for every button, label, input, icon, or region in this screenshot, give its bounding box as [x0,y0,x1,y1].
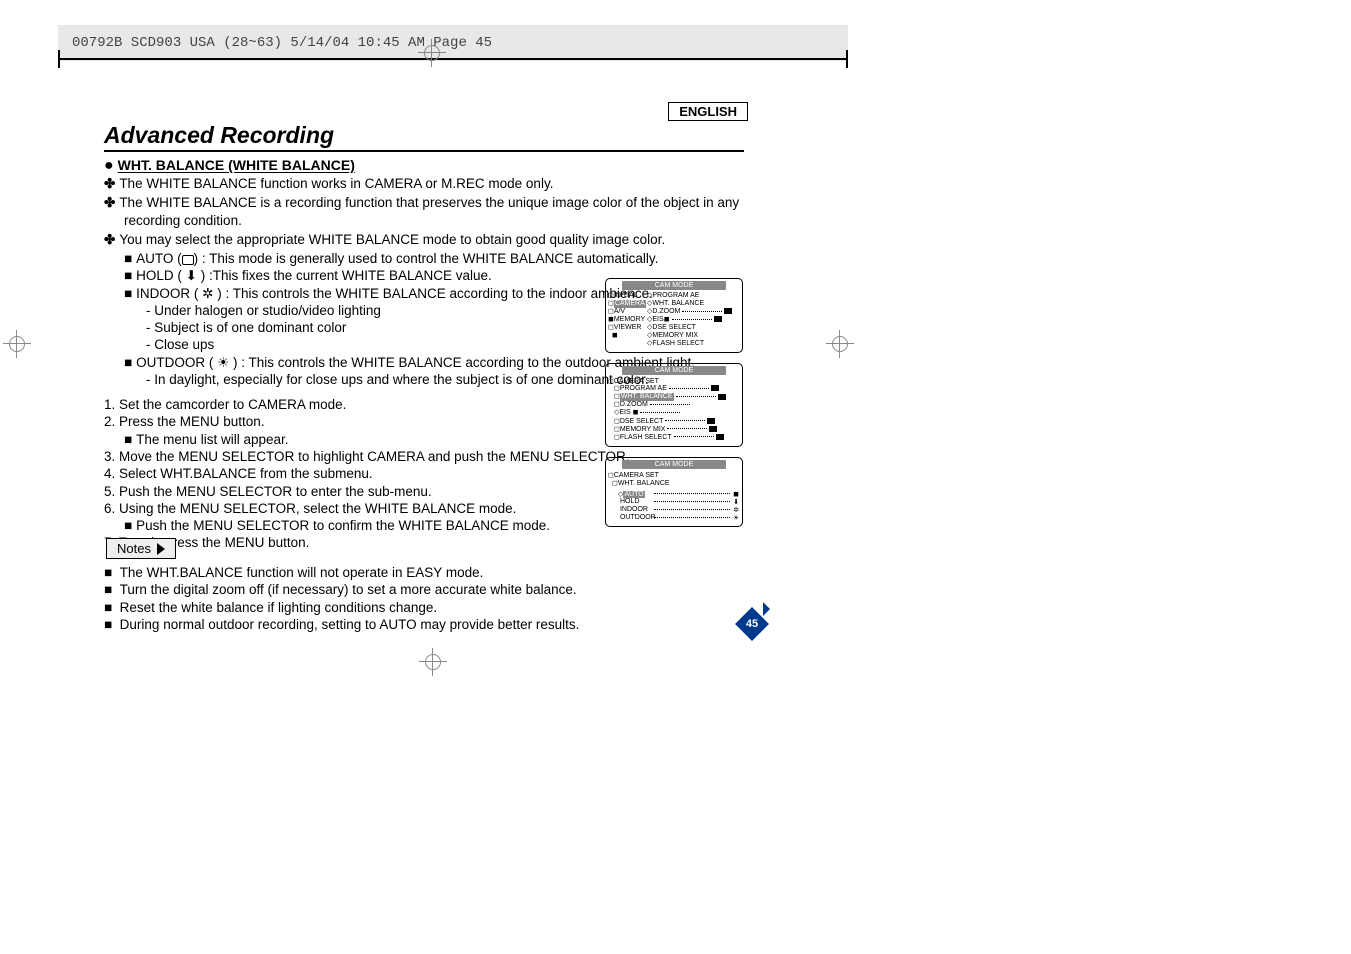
registration-mark-icon [418,39,446,67]
mode-hold: HOLD ( ⬇ ) :This fixes the current WHITE… [136,268,492,283]
s1-l1: CAMERA [614,300,646,308]
screen-1: CAM MODE ◻INITIAL ◻CAMERA ◻A/V ◼MEMORY ◻… [605,278,743,353]
s1-l4: VIEWER [614,324,642,331]
s1-l2: A/V [614,308,625,315]
page-number: 45 [746,618,758,630]
s2-5: MEMORY MIX [620,426,666,433]
registration-mark-icon [826,330,854,358]
notes-label: Notes [117,541,151,556]
registration-mark-icon [419,648,447,676]
note-1: The WHT.BALANCE function will not operat… [120,565,484,580]
s1-l3: MEMORY [614,316,645,323]
print-header-strip: 00792B SCD903 USA (28~63) 5/14/04 10:45 … [58,25,848,61]
step-2a: The menu list will appear. [136,432,288,447]
s1-r6: FLASH SELECT [652,340,704,347]
notes-arrow-icon [157,543,165,555]
screen-1-caption: CAM MODE [622,281,726,290]
s1-l0: INITIAL [614,292,638,299]
notes-list: ■ The WHT.BALANCE function will not oper… [104,564,579,633]
language-text: ENGLISH [679,104,737,119]
title-underline [104,150,744,152]
language-badge: ENGLISH [668,102,748,121]
mode-auto-pre: AUTO ( [136,251,182,266]
s1-r3: EIS [652,316,663,323]
step-6a: Push the MENU SELECTOR to confirm the WH… [136,518,550,533]
s3-o3: OUTDOOR [620,514,656,521]
s2-1: WHT. BALANCE [620,393,674,401]
mode-indoor: INDOOR ( ✲ ) : This controls the WHITE B… [136,286,653,301]
bullet-2: The WHITE BALANCE is a recording functio… [119,195,739,227]
mode-auto-post: ) : This mode is generally used to contr… [194,251,659,266]
note-2: Turn the digital zoom off (if necessary)… [120,582,577,597]
s1-r5: MEMORY MIX [652,332,698,339]
s3-h1: CAMERA SET [614,472,659,479]
bullet-3: You may select the appropriate WHITE BAL… [119,232,665,247]
section-heading: ●WHT. BALANCE (WHITE BALANCE) [104,157,355,175]
crop-mark-top [58,58,848,60]
notes-heading-box: Notes [106,538,176,559]
s1-r2: D.ZOOM [652,308,680,315]
screen-3-caption: CAM MODE [622,460,726,469]
s1-r0: PROGRAM AE [652,292,699,299]
screen-2: CAM MODE ◻CAMERA SET ◻PROGRAM AE ◻WHT. B… [605,363,743,446]
s2-head: CAMERA SET [614,378,659,385]
screen-3: CAM MODE ◻CAMERA SET ◻WHT. BALANCE ◇AUTO… [605,457,743,527]
note-3: Reset the white balance if lighting cond… [120,600,437,615]
screen-2-caption: CAM MODE [622,366,726,375]
s2-4: DSE SELECT [620,418,664,425]
s3-o2: INDOOR [620,506,648,513]
s2-0: PROGRAM AE [620,385,667,392]
section-text: WHT. BALANCE (WHITE BALANCE) [118,157,355,173]
s3-o0: AUTO [623,491,644,498]
page-number-badge: 45 [740,614,764,633]
auto-icon [182,255,194,265]
step-7: 7. To exit, press the MENU button. [104,534,744,551]
bullet-1: The WHITE BALANCE function works in CAME… [119,176,553,191]
page-title: Advanced Recording [104,122,334,149]
s2-6: FLASH SELECT [620,434,672,441]
s3-h2: WHT. BALANCE [618,480,670,487]
menu-screenshots: CAM MODE ◻INITIAL ◻CAMERA ◻A/V ◼MEMORY ◻… [605,278,743,537]
note-4: During normal outdoor recording, setting… [120,617,580,632]
registration-mark-icon [3,330,31,358]
s1-r4: DSE SELECT [652,324,696,331]
s2-3: EIS [619,409,630,416]
s1-r1: WHT. BALANCE [652,300,704,307]
s3-o1: HOLD [620,498,639,505]
s2-2: D.ZOOM [620,401,648,408]
